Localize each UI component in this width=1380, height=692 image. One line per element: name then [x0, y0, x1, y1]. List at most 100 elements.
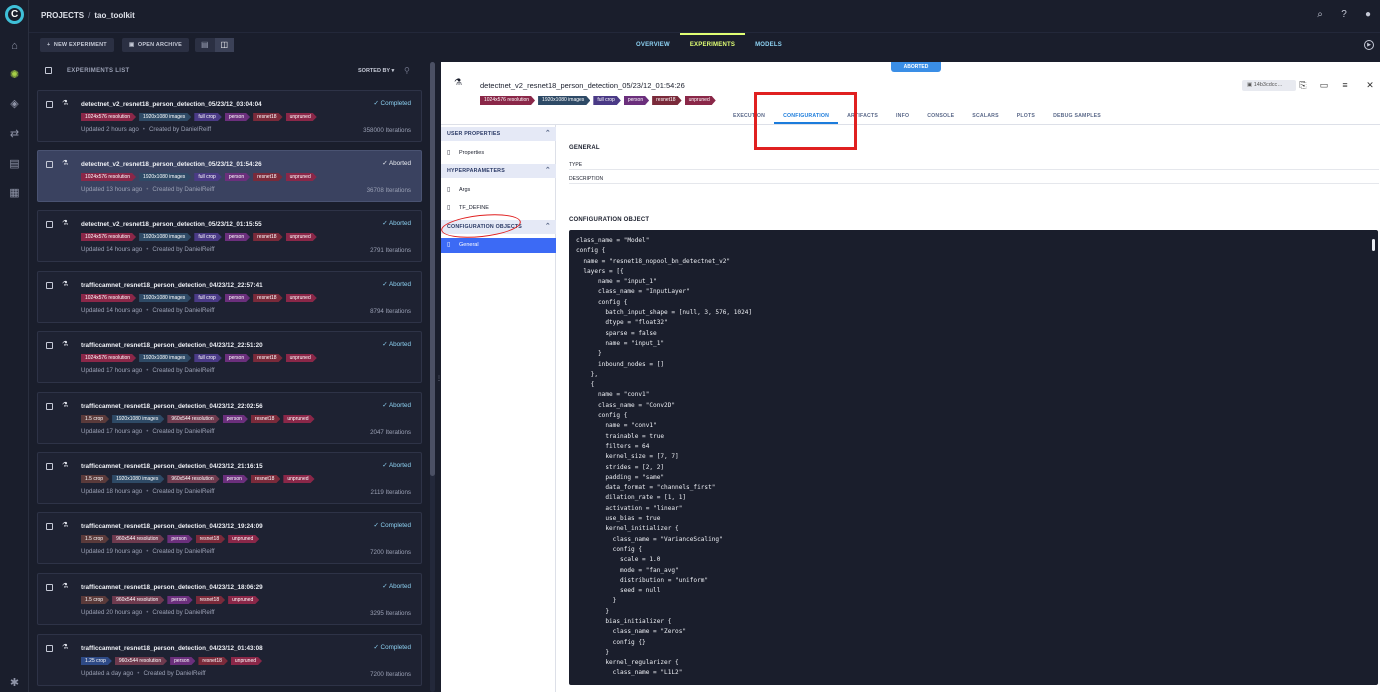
- tag: person: [624, 96, 649, 105]
- experiment-name[interactable]: trafficcamnet_resnet18_person_detection_…: [81, 282, 263, 289]
- search-icon[interactable]: ⌕: [1314, 9, 1326, 21]
- nav-item-properties[interactable]: ▯ Properties: [441, 146, 556, 161]
- configuration-nav: USER PROPERTIES ⌃ ▯ Properties HYPERPARAME…: [441, 125, 556, 692]
- experiment-checkbox[interactable]: [46, 463, 53, 470]
- experiment-card[interactable]: ⚗ trafficcamnet_resnet18_person_detection…: [37, 392, 422, 444]
- tab-info[interactable]: INFO: [887, 110, 918, 124]
- experiment-card[interactable]: ⚗ trafficcamnet_resnet18_person_detection…: [37, 634, 422, 686]
- nav-section-user-properties[interactable]: USER PROPERTIES ⌃: [441, 127, 556, 141]
- experiment-name[interactable]: detectnet_v2_resnet18_person_detection_0…: [81, 161, 262, 168]
- copy-icon[interactable]: ⎘: [1298, 80, 1308, 90]
- open-archive-button[interactable]: ▣ OPEN ARCHIVE: [122, 38, 189, 52]
- experiment-checkbox[interactable]: [46, 584, 53, 591]
- tab-scalars[interactable]: SCALARS: [963, 110, 1007, 124]
- breadcrumb-project[interactable]: tao_toolkit: [94, 11, 134, 20]
- experiment-checkbox[interactable]: [46, 101, 53, 108]
- experiment-name[interactable]: trafficcamnet_resnet18_person_detection_…: [81, 645, 263, 652]
- configuration-code[interactable]: class_name = "Model" config { name = "re…: [576, 236, 1371, 679]
- experiment-card[interactable]: ⚗ trafficcamnet_resnet18_person_detection…: [37, 512, 422, 564]
- updated-text: Updated 17 hours ago: [81, 367, 143, 374]
- workers-icon[interactable]: ▦: [8, 187, 21, 200]
- tag: 1.5 crop: [81, 475, 109, 483]
- experiment-tags: 1024x576 resolution 1920x1080 images full …: [81, 113, 317, 121]
- chevron-up-icon[interactable]: ⌃: [545, 220, 551, 234]
- tag: resnet18: [253, 113, 282, 121]
- experiment-checkbox[interactable]: [46, 645, 53, 652]
- experiment-name[interactable]: trafficcamnet_resnet18_person_detection_…: [81, 584, 263, 591]
- highlight-box-annotation: [754, 92, 857, 150]
- nav-item-args[interactable]: ▯ Args: [441, 183, 556, 198]
- plus-icon: +: [47, 42, 51, 48]
- experiment-checkbox[interactable]: [46, 403, 53, 410]
- close-icon[interactable]: ✕: [1365, 80, 1375, 90]
- experiment-card[interactable]: ⚗ trafficcamnet_resnet18_person_detection…: [37, 331, 422, 383]
- menu-icon[interactable]: ≡: [1340, 80, 1350, 90]
- nav-section-hyperparameters[interactable]: HYPERPARAMETERS ⌃: [441, 164, 556, 178]
- tab-models[interactable]: MODELS: [745, 33, 792, 58]
- tag: unpruned: [685, 96, 716, 105]
- experiment-card[interactable]: ⚗ detectnet_v2_resnet18_person_detection_…: [37, 90, 422, 142]
- experiment-name[interactable]: trafficcamnet_resnet18_person_detection_…: [81, 463, 263, 470]
- tab-experiments[interactable]: EXPERIMENTS: [679, 33, 746, 58]
- filter-icon[interactable]: ⚲: [404, 66, 410, 75]
- tag: 1.5 crop: [81, 535, 109, 543]
- tag: unpruned: [286, 294, 317, 302]
- user-avatar-icon[interactable]: ●: [1362, 9, 1374, 21]
- experiment-checkbox[interactable]: [46, 342, 53, 349]
- experiment-name[interactable]: trafficcamnet_resnet18_person_detection_…: [81, 342, 263, 349]
- reports-icon[interactable]: ▤: [8, 158, 21, 171]
- experiment-checkbox[interactable]: [46, 282, 53, 289]
- breadcrumb-projects[interactable]: PROJECTS: [41, 11, 84, 20]
- experiment-card[interactable]: ⚗ trafficcamnet_resnet18_person_detection…: [37, 573, 422, 625]
- tag: 1024x576 resolution: [81, 354, 136, 362]
- experiment-checkbox[interactable]: [46, 221, 53, 228]
- datasets-icon[interactable]: ◈: [8, 98, 21, 111]
- experiment-checkbox[interactable]: [46, 523, 53, 530]
- tag: 1.25 crop: [81, 657, 112, 665]
- experiment-checkbox[interactable]: [46, 161, 53, 168]
- table-view-icon[interactable]: ▤: [195, 38, 215, 52]
- experiment-type-icon: ⚗: [62, 160, 69, 167]
- code-scrollbar[interactable]: [1372, 239, 1375, 251]
- slack-icon[interactable]: ✱: [8, 677, 21, 690]
- experiment-name[interactable]: detectnet_v2_resnet18_person_detection_0…: [81, 101, 262, 108]
- sorted-by-dropdown[interactable]: SORTED BY ▾: [358, 68, 394, 74]
- tag: 1920x1080 images: [139, 294, 191, 302]
- tab-console[interactable]: CONSOLE: [918, 110, 963, 124]
- tab-overview[interactable]: OVERVIEW: [626, 33, 680, 58]
- tag: unpruned: [286, 354, 317, 362]
- help-icon[interactable]: ?: [1338, 9, 1350, 21]
- view-toggle[interactable]: ▤ ◫: [195, 38, 234, 52]
- chevron-up-icon[interactable]: ⌃: [545, 127, 551, 141]
- tab-debug-samples[interactable]: DEBUG SAMPLES: [1044, 110, 1110, 124]
- experiment-card[interactable]: ⚗ detectnet_v2_resnet18_person_detection_…: [37, 150, 422, 202]
- select-all-checkbox[interactable]: [45, 67, 52, 74]
- pipelines-icon[interactable]: ⇄: [8, 128, 21, 141]
- home-icon[interactable]: ⌂: [8, 40, 21, 53]
- details-view-icon[interactable]: ◫: [214, 38, 234, 52]
- experiment-name[interactable]: trafficcamnet_resnet18_person_detection_…: [81, 403, 263, 410]
- tab-plots[interactable]: PLOTS: [1008, 110, 1044, 124]
- panel-splitter[interactable]: ⋮: [436, 375, 442, 389]
- detail-title[interactable]: detectnet_v2_resnet18_person_detection_0…: [480, 81, 685, 90]
- experiment-card[interactable]: ⚗ trafficcamnet_resnet18_person_detection…: [37, 452, 422, 504]
- experiment-name[interactable]: trafficcamnet_resnet18_person_detection_…: [81, 523, 263, 530]
- projects-icon[interactable]: ✺: [8, 69, 21, 82]
- play-icon[interactable]: ▶: [1364, 40, 1374, 50]
- new-experiment-button[interactable]: + NEW EXPERIMENT: [40, 38, 114, 52]
- experiment-card[interactable]: ⚗ trafficcamnet_resnet18_person_detection…: [37, 271, 422, 323]
- meta-separator-icon: •: [146, 488, 149, 495]
- app-logo-icon[interactable]: C: [5, 5, 24, 24]
- id-icon: ▣: [1247, 82, 1253, 88]
- configuration-code-block[interactable]: class_name = "Model" config { name = "re…: [569, 230, 1378, 685]
- nav-item-general[interactable]: ▯ General: [441, 238, 556, 253]
- experiment-name[interactable]: detectnet_v2_resnet18_person_detection_0…: [81, 221, 262, 228]
- experiment-card[interactable]: ⚗ detectnet_v2_resnet18_person_detection_…: [37, 210, 422, 262]
- experiment-type-icon: ⚗: [454, 77, 463, 87]
- list-scrollbar[interactable]: [430, 62, 435, 476]
- tag: 1024x576 resolution: [480, 96, 535, 105]
- console-icon[interactable]: ▭: [1319, 80, 1329, 90]
- experiment-id-badge[interactable]: ▣ 14b3cdcc…: [1242, 80, 1296, 91]
- chevron-up-icon[interactable]: ⌃: [545, 164, 551, 178]
- experiment-meta: Updated a day ago • Created by DanielReiff: [81, 670, 206, 677]
